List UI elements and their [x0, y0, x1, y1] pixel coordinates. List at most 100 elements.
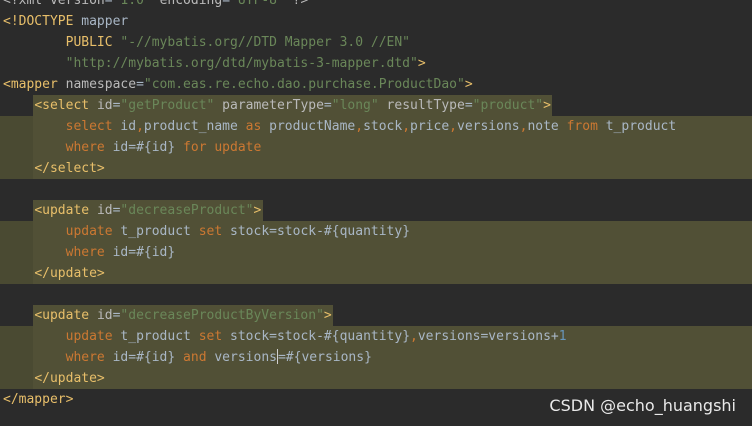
code-line[interactable]: select id,product_name as productName,st… — [0, 116, 752, 137]
code-token: price — [410, 119, 450, 134]
code-line-text: <update id="decreaseProductByVersion"> — [3, 305, 332, 326]
code-token: update — [65, 224, 121, 239]
code-line-text: "http://mybatis.org/dtd/mybatis-3-mapper… — [3, 53, 426, 74]
code-line[interactable]: where id=#{id} and versions=#{versions} — [0, 347, 752, 368]
code-token: , — [410, 329, 418, 344]
code-token: "-//mybatis.org//DTD Mapper 3.0 //EN" — [120, 35, 411, 50]
code-token: product_name — [143, 119, 246, 134]
code-token: <select — [34, 98, 97, 113]
code-token: update — [65, 329, 121, 344]
code-token: = — [222, 0, 231, 8]
code-line[interactable]: <update id="decreaseProduct"> — [0, 200, 752, 221]
code-token: t_product — [605, 119, 677, 134]
code-line-text: </update> — [3, 263, 105, 284]
code-token: <mapper — [3, 77, 66, 92]
code-token: </mapper> — [3, 392, 74, 407]
code-line[interactable]: <?xml version="1.0" encoding="UTF-8" ?> — [0, 0, 752, 11]
code-token: mapper — [81, 14, 129, 29]
code-token: , — [355, 119, 364, 134]
code-line[interactable]: update t_product set stock=stock-#{quant… — [0, 326, 752, 347]
selection-highlight — [33, 158, 752, 179]
code-token: = — [136, 77, 144, 92]
code-token: <!DOCTYPE — [3, 14, 82, 29]
code-token: encoding — [159, 0, 223, 8]
code-token: where — [65, 245, 113, 260]
code-token: t_product — [120, 224, 199, 239]
code-token: "getProduct" — [120, 98, 223, 113]
code-line[interactable]: update t_product set stock=stock-#{quant… — [0, 221, 752, 242]
code-line[interactable]: "http://mybatis.org/dtd/mybatis-3-mapper… — [0, 53, 752, 74]
code-line[interactable]: <!DOCTYPE mapper — [0, 11, 752, 32]
code-line[interactable]: where id=#{id} — [0, 242, 752, 263]
code-token: parameterType — [222, 98, 324, 113]
code-token: > — [417, 56, 426, 71]
code-line[interactable]: where id=#{id} for update — [0, 137, 752, 158]
code-token: <?xml — [3, 0, 50, 8]
code-line[interactable]: <select id="getProduct" parameterType="l… — [0, 95, 752, 116]
code-line-text: </update> — [3, 368, 105, 389]
code-token: , — [402, 119, 411, 134]
code-token: set — [198, 329, 231, 344]
code-token: version — [49, 0, 105, 8]
code-token: =#{versions} — [277, 350, 372, 365]
code-token: "long" — [331, 98, 387, 113]
code-line-text: <update id="decreaseProduct"> — [3, 200, 261, 221]
code-line-text: </mapper> — [3, 389, 73, 410]
code-token: , — [136, 119, 144, 134]
code-token: namespace — [65, 77, 137, 92]
code-line[interactable] — [0, 284, 752, 305]
code-token: > — [253, 203, 262, 218]
code-token: for update — [183, 140, 262, 155]
code-token: and — [183, 350, 215, 365]
code-token: stock=stock-#{quantity} — [230, 329, 411, 344]
code-token: id=#{id} — [112, 350, 184, 365]
code-token: t_product — [120, 329, 199, 344]
code-line-text: select id,product_name as productName,st… — [3, 116, 677, 137]
code-token: </update> — [34, 371, 105, 386]
code-token: "decreaseProduct" — [120, 203, 254, 218]
code-token: productName — [269, 119, 356, 134]
code-line[interactable]: </update> — [0, 263, 752, 284]
code-token: 1 — [558, 329, 567, 344]
code-token: > — [323, 308, 332, 323]
code-token: id — [96, 308, 113, 323]
code-line-text: <?xml version="1.0" encoding="UTF-8" ?> — [3, 0, 308, 11]
code-editor[interactable]: <?xml version="1.0" encoding="UTF-8" ?> <… — [0, 0, 752, 426]
code-token: where — [65, 350, 113, 365]
code-line[interactable]: <mapper namespace="com.eas.re.echo.dao.p… — [0, 74, 752, 95]
code-token: set — [198, 224, 231, 239]
code-token: as — [245, 119, 270, 134]
code-token: = — [464, 98, 473, 113]
selection-highlight — [33, 368, 752, 389]
code-token: versions — [214, 350, 277, 365]
code-line[interactable]: <update id="decreaseProductByVersion"> — [0, 305, 752, 326]
code-line[interactable]: </update> — [0, 368, 752, 389]
code-line[interactable]: </select> — [0, 158, 752, 179]
code-token: </update> — [34, 266, 105, 281]
code-line-text: update t_product set stock=stock-#{quant… — [3, 326, 567, 347]
code-line[interactable]: PUBLIC "-//mybatis.org//DTD Mapper 3.0 /… — [0, 32, 752, 53]
code-line-text: where id=#{id} — [3, 242, 176, 263]
code-token: id=#{id} — [112, 245, 176, 260]
code-token: id — [120, 119, 137, 134]
code-token: PUBLIC — [65, 35, 121, 50]
code-token: <update — [34, 308, 97, 323]
watermark: CSDN @echo_huangshi — [549, 396, 736, 415]
code-line-text: where id=#{id} for update — [3, 137, 262, 158]
code-line-text: <mapper namespace="com.eas.re.echo.dao.p… — [3, 74, 473, 95]
code-token: versions — [457, 119, 520, 134]
code-line[interactable] — [0, 179, 752, 200]
code-token: </select> — [34, 161, 105, 176]
code-token: from — [566, 119, 606, 134]
